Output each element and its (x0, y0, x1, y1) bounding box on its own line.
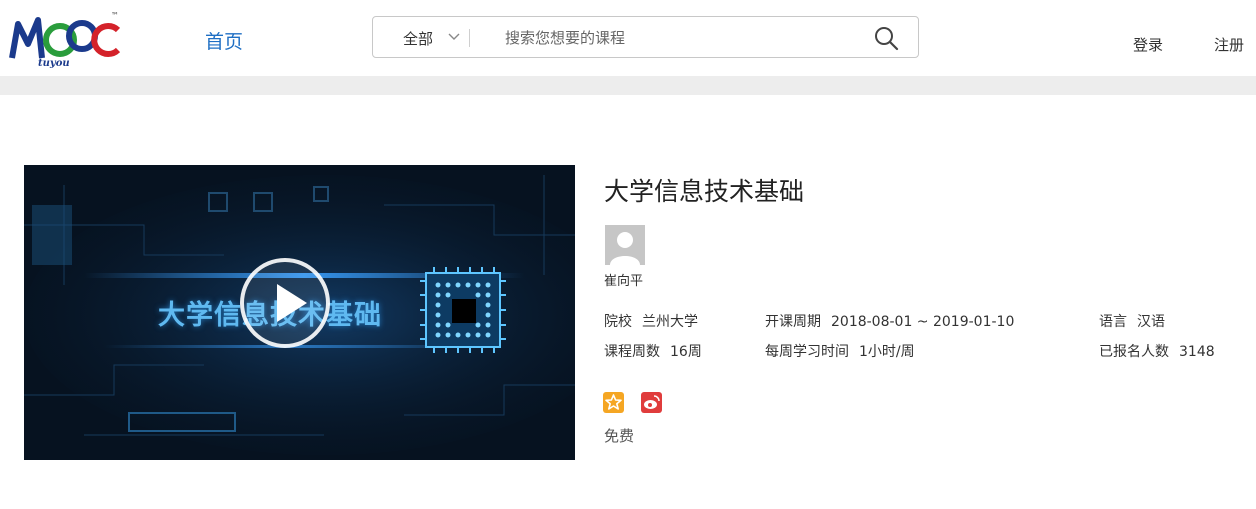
meta-language: 语言 汉语 (1099, 311, 1165, 331)
user-avatar-icon (605, 225, 645, 265)
meta-language-value: 汉语 (1137, 314, 1165, 330)
search-divider (469, 29, 470, 47)
play-button-icon[interactable] (240, 258, 330, 348)
chevron-down-icon (447, 28, 461, 44)
register-link[interactable]: 注册 (1214, 34, 1244, 55)
meta-enrolled-value: 3148 (1179, 344, 1215, 360)
meta-school-value: 兰州大学 (642, 314, 698, 330)
site-logo[interactable]: tuyou ™ (8, 6, 126, 70)
teacher-avatar[interactable] (605, 225, 645, 265)
meta-enrolled: 已报名人数 3148 (1099, 341, 1215, 361)
meta-period: 开课周期 2018-08-01 ~ 2019-01-10 (765, 311, 1014, 331)
meta-school-label: 院校 (604, 314, 632, 330)
star-share-icon[interactable] (603, 392, 624, 413)
nav-home-link[interactable]: 首页 (205, 27, 243, 54)
meta-school: 院校 兰州大学 (604, 311, 698, 331)
meta-period-value: 2018-08-01 ~ 2019-01-10 (831, 314, 1015, 330)
teacher-name[interactable]: 崔向平 (604, 270, 643, 289)
weibo-icon[interactable] (641, 392, 662, 413)
course-page: tuyou ™ 首页 全部 登录 注册 (0, 0, 1256, 509)
logo-trademark: ™ (111, 11, 119, 20)
meta-language-label: 语言 (1099, 314, 1127, 330)
top-header: tuyou ™ 首页 全部 登录 注册 (0, 0, 1256, 76)
meta-weekly-hours-value: 1小时/周 (859, 344, 915, 360)
meta-period-label: 开课周期 (765, 314, 821, 330)
search-scope-dropdown[interactable]: 全部 (403, 28, 460, 49)
header-separator-bar (0, 76, 1256, 95)
search-icon[interactable] (873, 25, 899, 51)
meta-enrolled-label: 已报名人数 (1099, 344, 1169, 360)
login-link[interactable]: 登录 (1133, 34, 1163, 55)
search-box: 全部 (372, 16, 919, 58)
meta-weekly-hours-label: 每周学习时间 (765, 344, 849, 360)
meta-weeks-value: 16周 (670, 344, 702, 360)
meta-weeks-label: 课程周数 (604, 344, 660, 360)
price-label: 免费 (604, 427, 635, 445)
search-input[interactable] (503, 23, 867, 53)
course-title: 大学信息技术基础 (604, 177, 805, 206)
meta-weeks: 课程周数 16周 (604, 341, 702, 361)
course-video-cover[interactable]: 大学信息技术基础 (24, 165, 575, 460)
search-scope-label: 全部 (403, 30, 434, 48)
logo-subtext: tuyou (38, 58, 70, 69)
meta-weekly-hours: 每周学习时间 1小时/周 (765, 341, 915, 361)
